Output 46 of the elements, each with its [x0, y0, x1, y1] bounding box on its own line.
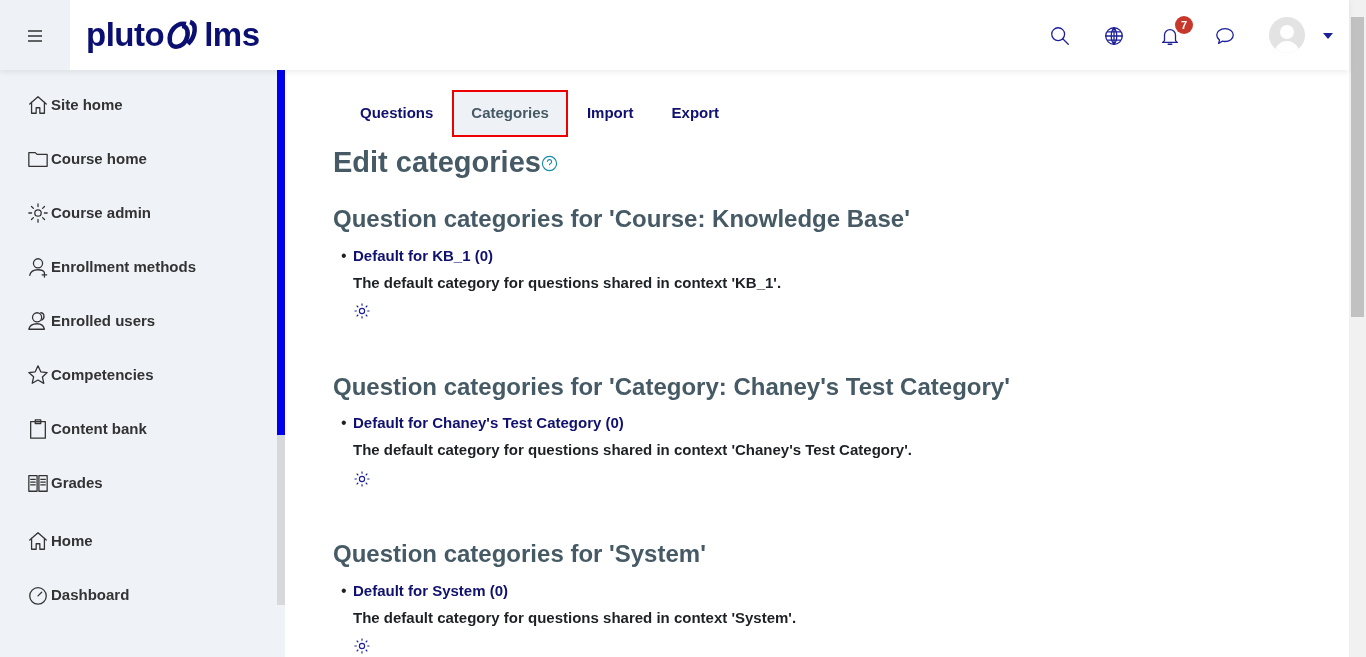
sidebar-item[interactable]: Competencies [27, 348, 154, 402]
logo[interactable]: pluto lms [86, 10, 260, 60]
gear-icon[interactable] [353, 636, 371, 655]
tab[interactable]: Export [652, 90, 739, 137]
sidebar-item[interactable]: Enrolled users [27, 294, 156, 348]
person-plus-icon [27, 256, 49, 278]
tab[interactable]: Import [567, 90, 653, 137]
sidebar-item[interactable]: Home [27, 514, 93, 568]
category-description: The default category for questions shared in context 'System'. [353, 607, 797, 628]
sidebar-item[interactable]: Course home [27, 132, 147, 186]
sidebar-item[interactable]: Site home [27, 78, 123, 132]
category-description: The default category for questions shared in context 'KB_1'. [353, 273, 782, 294]
category-link[interactable]: Default for System (0) [353, 581, 509, 599]
book-icon [27, 472, 49, 494]
menu-icon [27, 29, 43, 42]
category-description: The default category for questions shared in context 'Chaney's Test Category'. [353, 440, 912, 461]
category-link[interactable]: Default for Chaney's Test Category (0) [353, 414, 624, 432]
notification-count: 7 [1175, 16, 1193, 34]
clipboard-icon [27, 418, 49, 440]
gauge-icon [27, 584, 49, 606]
globe-icon[interactable] [1103, 24, 1125, 47]
gear-icon[interactable] [353, 469, 371, 488]
page-title: Edit categories [333, 144, 541, 180]
sidebar-item[interactable]: Course admin [27, 186, 152, 240]
star-icon [27, 364, 49, 386]
tab[interactable]: Questions [341, 90, 453, 137]
section-heading: Question categories for 'System' [333, 539, 707, 569]
page-scrollbar[interactable] [1349, 0, 1366, 657]
bullet: • [341, 413, 348, 434]
sidebar-scrollbar[interactable] [277, 70, 285, 605]
section-heading: Question categories for 'Course: Knowledge Base' [333, 205, 911, 235]
gear-icon[interactable] [353, 302, 371, 321]
gear-icon [27, 202, 49, 224]
house-icon [27, 530, 49, 552]
sidebar-item[interactable]: Enrollment methods [27, 240, 196, 294]
help-icon[interactable] [540, 155, 558, 173]
house-icon [27, 94, 49, 116]
section-heading: Question categories for 'Category: Chaney's Test Category' [333, 372, 1011, 402]
sidebar-item[interactable]: Dashboard [27, 568, 130, 622]
search-icon[interactable] [1049, 24, 1071, 47]
bullet: • [341, 580, 348, 601]
category-link[interactable]: Default for KB_1 (0) [353, 247, 494, 265]
bullet: • [341, 246, 348, 267]
tab[interactable]: Categories [452, 90, 568, 137]
sidebar-item[interactable]: Content bank [27, 402, 147, 456]
sidebar-item[interactable]: Grades [27, 456, 103, 510]
